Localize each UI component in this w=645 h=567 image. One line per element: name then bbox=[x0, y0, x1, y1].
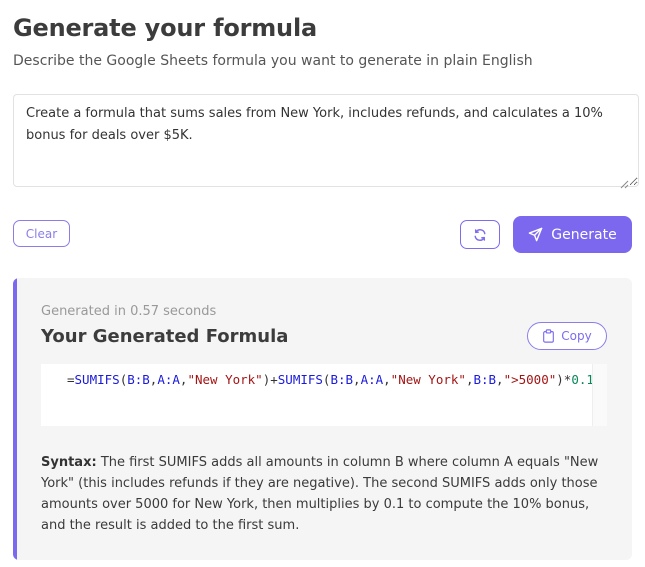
generation-time: Generated in 0.57 seconds bbox=[41, 304, 217, 319]
clipboard-icon bbox=[543, 329, 555, 343]
syntax-explanation: Syntax: The first SUMIFS adds all amount… bbox=[41, 452, 603, 536]
formula-description-input[interactable]: Create a formula that sums sales from Ne… bbox=[13, 94, 639, 187]
result-accent-bar bbox=[13, 278, 17, 560]
result-title: Your Generated Formula bbox=[41, 326, 289, 347]
page-subtitle: Describe the Google Sheets formula you w… bbox=[13, 53, 533, 69]
resize-handle-icon[interactable] bbox=[620, 180, 629, 189]
copy-button[interactable]: Copy bbox=[527, 322, 607, 350]
result-panel: Generated in 0.57 seconds Your Generated… bbox=[13, 278, 632, 560]
regenerate-button[interactable] bbox=[460, 220, 500, 249]
clear-button-label: Clear bbox=[25, 226, 58, 241]
generate-button-label: Generate bbox=[551, 226, 617, 243]
clear-button[interactable]: Clear bbox=[13, 220, 70, 247]
syntax-label: Syntax: bbox=[41, 455, 97, 470]
formula-code-box[interactable]: =SUMIFS(B:B,A:A,"New York")+SUMIFS(B:B,A… bbox=[41, 364, 607, 426]
formula-code: =SUMIFS(B:B,A:A,"New York")+SUMIFS(B:B,A… bbox=[67, 372, 594, 387]
generate-button[interactable]: Generate bbox=[513, 216, 632, 253]
copy-button-label: Copy bbox=[561, 329, 592, 343]
refresh-icon bbox=[474, 228, 486, 241]
syntax-text: The first SUMIFS adds all amounts in col… bbox=[41, 455, 599, 533]
code-scrollbar[interactable] bbox=[592, 364, 607, 426]
send-icon bbox=[529, 227, 543, 242]
page-title: Generate your formula bbox=[13, 14, 317, 42]
